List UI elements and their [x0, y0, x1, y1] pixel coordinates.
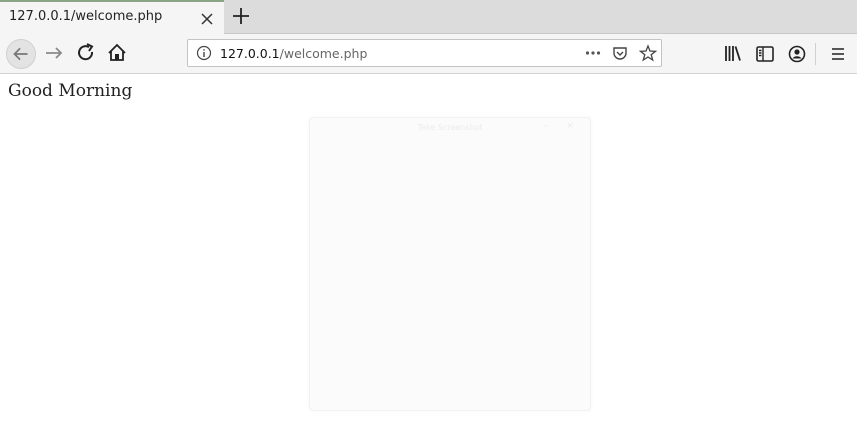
new-tab-icon[interactable]	[230, 5, 252, 27]
url-host: 127.0.0.1	[220, 46, 280, 61]
tab-title: 127.0.0.1/welcome.php	[9, 9, 163, 24]
reload-button[interactable]	[73, 40, 99, 66]
pocket-icon[interactable]	[611, 44, 629, 62]
faded-overlay-window: Take Screenshot – ×	[309, 117, 591, 411]
overlay-window-controls: – ×	[543, 121, 582, 131]
menu-icon[interactable]	[825, 41, 851, 67]
library-icon[interactable]	[720, 41, 746, 67]
close-tab-icon[interactable]	[198, 10, 216, 28]
more-actions-icon[interactable]	[584, 44, 602, 62]
greeting-text: Good Morning	[8, 81, 133, 101]
info-icon[interactable]	[195, 44, 213, 62]
tab-strip: 127.0.0.1/welcome.php	[0, 0, 857, 34]
navigation-toolbar: 127.0.0.1/welcome.php	[0, 34, 857, 74]
arrow-left-icon	[13, 47, 28, 61]
toolbar-divider	[815, 43, 816, 65]
address-bar[interactable]: 127.0.0.1/welcome.php	[187, 39, 662, 67]
url-text[interactable]: 127.0.0.1/welcome.php	[220, 46, 367, 61]
bookmark-star-icon[interactable]	[639, 44, 657, 62]
sidebar-icon[interactable]	[752, 41, 778, 67]
home-button[interactable]	[104, 40, 130, 66]
account-icon[interactable]	[784, 41, 810, 67]
url-path: /welcome.php	[279, 46, 368, 61]
back-button[interactable]	[6, 39, 36, 69]
browser-tab[interactable]: 127.0.0.1/welcome.php	[0, 0, 224, 34]
forward-button[interactable]	[41, 40, 67, 66]
